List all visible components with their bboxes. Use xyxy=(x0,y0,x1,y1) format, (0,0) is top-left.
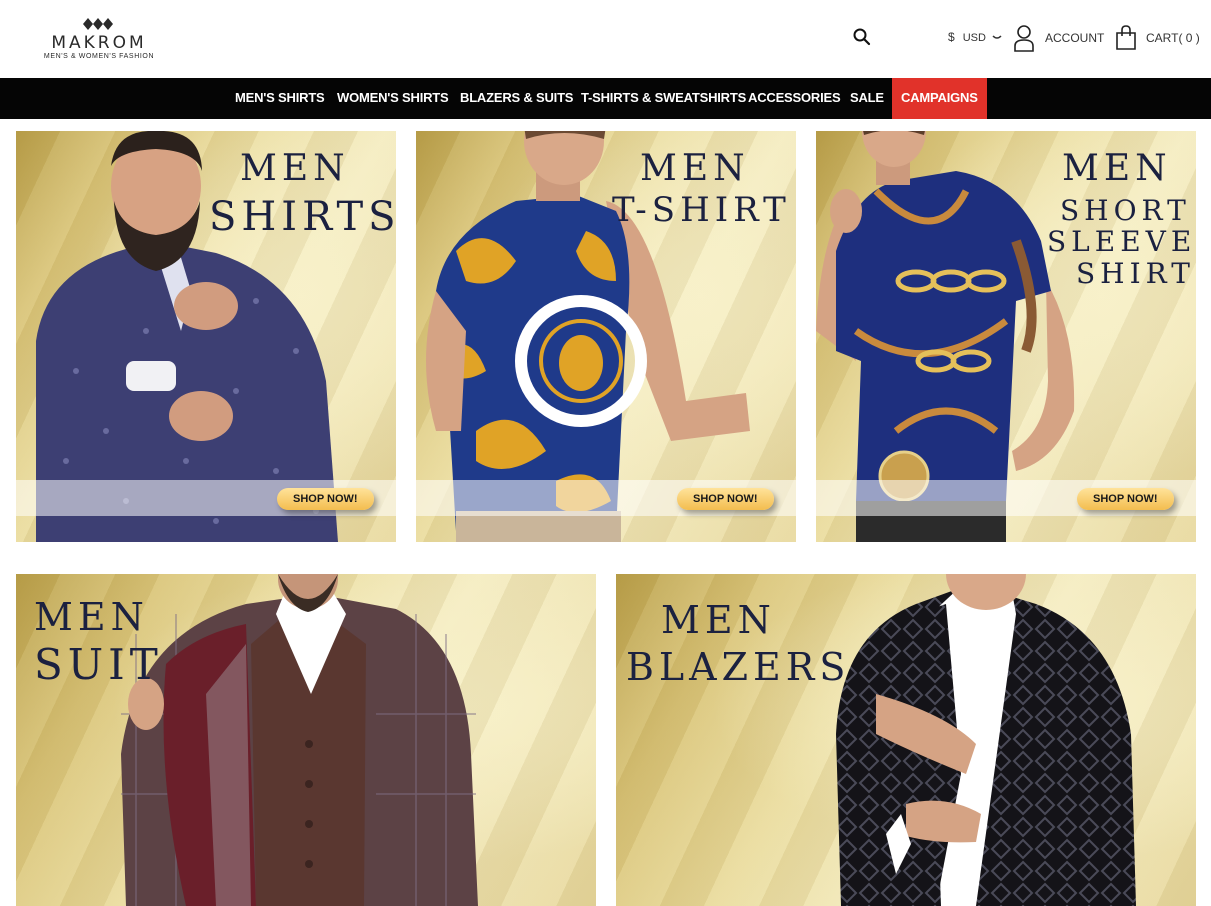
banner-title-line4: SHIRT xyxy=(1076,257,1195,290)
site-logo[interactable]: MAKROM MEN'S & WOMEN'S FASHION xyxy=(36,16,162,64)
logo-mark-icon xyxy=(83,18,113,30)
shop-now-button[interactable]: SHOP NOW! xyxy=(677,488,774,510)
banner-men-shirts[interactable]: MEN SHIRTS SHOP NOW! xyxy=(16,131,396,542)
currency-selector[interactable]: $ USD xyxy=(948,30,1002,44)
site-header: MAKROM MEN'S & WOMEN'S FASHION $ USD ACCO… xyxy=(0,0,1211,78)
account-link[interactable]: ACCOUNT xyxy=(1045,31,1104,45)
chevron-down-icon xyxy=(992,30,1002,44)
currency-code: USD xyxy=(962,32,986,44)
logo-tagline: MEN'S & WOMEN'S FASHION xyxy=(43,53,155,60)
nav-item-womens-shirts[interactable]: WOMEN'S SHIRTS xyxy=(337,78,449,119)
nav-item-accessories[interactable]: ACCESSORIES xyxy=(748,78,841,119)
logo-name: MAKROM xyxy=(51,33,147,53)
search-icon[interactable] xyxy=(852,27,872,47)
nav-item-sale[interactable]: SALE xyxy=(850,78,884,119)
nav-item-blazers-suits[interactable]: BLAZERS & SUITS xyxy=(460,78,573,119)
banner-title-line2: SHORT xyxy=(1060,194,1191,227)
banner-title-line2: SUIT xyxy=(34,640,163,689)
banner-title-line1: MEN xyxy=(1062,148,1172,189)
user-icon[interactable] xyxy=(1013,24,1035,52)
banner-men-short-sleeved-shirt[interactable]: MEN SHORT SLEEVED SHIRT SHOP NOW! xyxy=(816,131,1196,542)
banner-men-suit[interactable]: MEN SUIT xyxy=(16,574,596,906)
banner-title-line2: T-SHIRT xyxy=(612,190,791,230)
cart-link[interactable]: CART( 0 ) xyxy=(1146,31,1200,45)
banner-title-line2: SHIRTS xyxy=(209,194,396,240)
main-nav: MEN'S SHIRTS WOMEN'S SHIRTS BLAZERS & SU… xyxy=(0,78,1211,119)
nav-item-mens-shirts[interactable]: MEN'S SHIRTS xyxy=(235,78,325,119)
nav-item-tshirts-sweatshirts[interactable]: T-SHIRTS & SWEATSHIRTS xyxy=(581,78,746,119)
currency-symbol: $ xyxy=(948,30,955,44)
banner-title-line3: SLEEVED xyxy=(1047,225,1196,258)
banner-title-line1: MEN xyxy=(661,598,776,642)
banner-title-line1: MEN xyxy=(34,595,149,639)
banner-men-blazers[interactable]: MEN BLAZERS xyxy=(616,574,1196,906)
banner-title-line2: BLAZERS xyxy=(626,645,851,689)
banner-men-tshirt[interactable]: MEN T-SHIRT SHOP NOW! xyxy=(416,131,796,542)
nav-item-campaigns[interactable]: CAMPAIGNS xyxy=(892,78,987,119)
banner-title-line1: MEN xyxy=(640,148,750,189)
shop-now-button[interactable]: SHOP NOW! xyxy=(277,488,374,510)
banner-title-line1: MEN xyxy=(240,148,350,189)
shop-now-button[interactable]: SHOP NOW! xyxy=(1077,488,1174,510)
shopping-bag-icon[interactable] xyxy=(1115,24,1137,50)
